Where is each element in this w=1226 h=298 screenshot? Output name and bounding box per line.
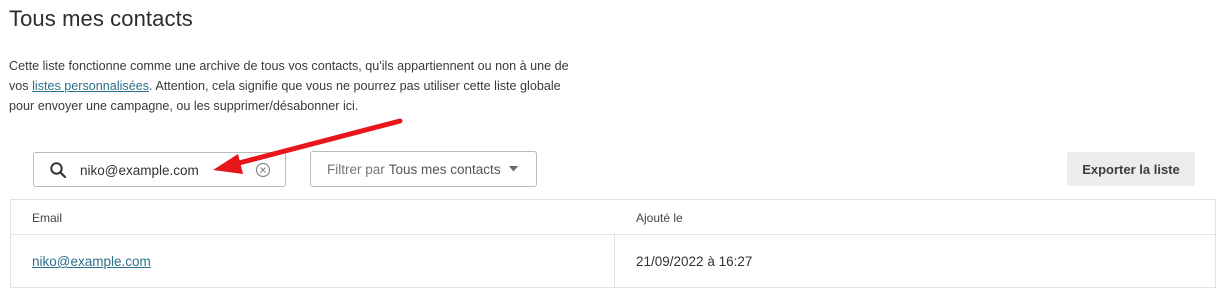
page-title: Tous mes contacts (9, 6, 193, 31)
search-input[interactable] (80, 159, 250, 181)
column-header-email[interactable]: Email (32, 211, 62, 225)
table-header: Email Ajouté le (11, 200, 1215, 235)
clear-search-icon[interactable] (255, 162, 271, 178)
table-row[interactable]: niko@example.com 21/09/2022 à 16:27 (11, 236, 1215, 288)
page-description: Cette liste fonctionne comme une archive… (9, 56, 569, 116)
search-icon (50, 162, 67, 179)
contact-added-date: 21/09/2022 à 16:27 (636, 254, 753, 269)
search-box[interactable] (33, 152, 286, 187)
column-header-added[interactable]: Ajouté le (636, 211, 683, 225)
filter-dropdown[interactable]: Filtrer par Tous mes contacts (310, 151, 537, 187)
caret-down-icon (508, 166, 518, 172)
filter-label: Filtrer par (327, 161, 385, 177)
contacts-table: Email Ajouté le niko@example.com 21/09/2… (10, 199, 1216, 288)
contact-email-link[interactable]: niko@example.com (32, 254, 151, 269)
custom-lists-link[interactable]: listes personnalisées (32, 79, 149, 93)
export-list-button[interactable]: Exporter la liste (1067, 152, 1195, 186)
filter-selected-value: Tous mes contacts (388, 161, 501, 177)
